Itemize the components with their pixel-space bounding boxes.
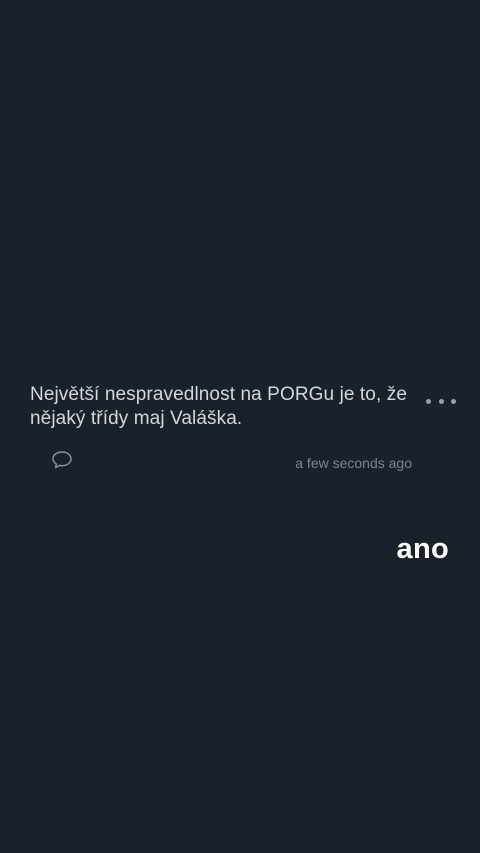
comment-button[interactable]	[50, 449, 74, 471]
post-timestamp: a few seconds ago	[295, 455, 412, 471]
post-text: Největší nespravedlnost na PORGu je to, …	[30, 384, 408, 429]
more-options-dot-icon	[426, 398, 431, 404]
comment-bubble-icon	[52, 451, 72, 469]
more-options-dot-icon	[438, 398, 444, 404]
more-options-button[interactable]	[426, 391, 456, 411]
app-screen: Největší nespravedlnost na PORGu je to, …	[0, 0, 480, 853]
more-options-dot-icon	[451, 398, 456, 404]
reply-text: ano	[396, 533, 449, 565]
